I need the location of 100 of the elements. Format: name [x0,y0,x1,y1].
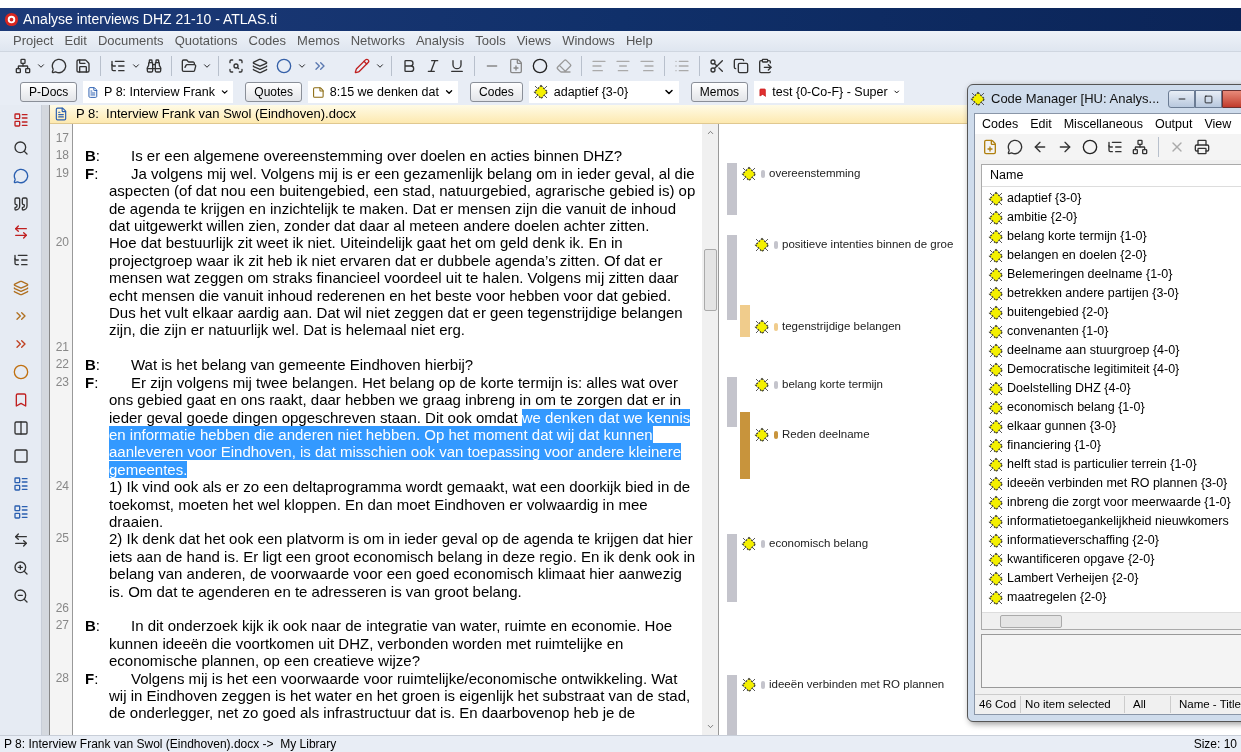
code-list-item[interactable]: financiering {1-0} [988,436,1241,455]
window-title: Analyse interviews DHZ 21-10 - ATLAS.ti [23,10,278,29]
menu-item[interactable]: Project [8,31,59,51]
code-list-item[interactable]: buitengebied {2-0} [988,303,1241,322]
status-field: All [1125,695,1171,714]
code-icon [988,361,1004,378]
line-number: 18 [54,147,70,165]
code-list-item[interactable]: informatieverschaffing {2-0} [988,531,1241,550]
scroll-down-icon[interactable] [705,722,715,731]
code-list-item[interactable]: maatregelen {2-0} [988,588,1241,607]
code-list-item[interactable]: ideeën verbinden met RO plannen {3-0} [988,474,1241,493]
menu-item[interactable]: Output [1149,114,1198,134]
menu-item[interactable]: Quotations [169,31,243,51]
code-icon [988,475,1004,492]
selector-button[interactable]: Quotes [245,82,303,102]
code-icon [754,426,770,443]
code-label[interactable]: ideeën verbinden met RO plannen [769,676,945,694]
code-list-item[interactable]: helft stad is particulier terrein {1-0} [988,455,1241,474]
code-list-item[interactable]: Democratische legitimiteit {4-0} [988,360,1241,379]
selector-button[interactable]: Codes [470,82,523,102]
maximize-button[interactable] [1195,90,1223,108]
code-icon [988,380,1004,397]
code-list-item[interactable]: Belemeringen deelname {1-0} [988,265,1241,284]
code-label[interactable]: Reden deelname [782,426,870,444]
menu-item[interactable]: Views [511,31,557,51]
speaker-label: B: [85,617,101,637]
code-icon [988,399,1004,416]
status-path: P 8: Interview Frank van Swol (Eindhoven).docx -> My Library [4,736,337,752]
code-icon [988,589,1004,606]
code-list-item[interactable]: Doelstelling DHZ {4-0} [988,379,1241,398]
menu-item[interactable]: Edit [1025,114,1057,134]
maximize-icon [1204,94,1214,104]
document-title: P 8: Interview Frank van Swol (Eindhoven).docx [76,105,357,124]
code-list-item[interactable]: betrekken andere partijen {3-0} [988,284,1241,303]
paragraph-text: 1) Ik vind ook als er zo een deltaprogramma wordt gemaakt, wat een doorkijk bied in de toekomst, moeten het wel kloppen. En dan moet Eindhoven er volwaardig in mee draaien. [109,478,692,531]
column-header[interactable]: Name [982,165,1241,187]
paragraph-text: 2) Ik denk dat het ook een platvorm is om in ieder geval op de agenda te krijgen dat hier iets aan de hand is. Er ligt een groot economisch belang in deze regio. En ik denk ook in belang van anderen, de voorwaarde voor een goed economisch klimaat hier aanwezig is. Om dat te agenderen en te adresseren is van groot belang. [109,530,697,600]
line-number: 28 [54,669,70,687]
code-icon [741,535,757,552]
code-list-item[interactable]: adaptief {3-0} [988,189,1241,208]
line-number: 24 [54,478,70,496]
document-icon [87,84,100,100]
line-number: 21 [54,338,70,356]
menu-item[interactable]: Tools [470,31,511,51]
selector-dropdown[interactable]: adaptief {3-0} [528,81,679,103]
paragraph-text: Is er een algemene overeenstemming over doelen en acties binnen DHZ? [130,147,624,165]
code-icon [988,551,1004,568]
code-list-item[interactable]: Lambert Verheijen {2-0} [988,569,1241,588]
menu-item[interactable]: Codes [977,114,1024,134]
code-list-item[interactable]: deelname aan stuurgroep {4-0} [988,341,1241,360]
code-label[interactable]: economisch belang [769,535,869,553]
menu-item[interactable]: Help [620,31,658,51]
menu-item[interactable]: View [1199,114,1237,134]
code-list-item[interactable]: economisch belang {1-0} [988,398,1241,417]
window-title: Code Manager [HU: Analys... [991,90,1160,109]
line-number: 20 [54,234,70,252]
code-label[interactable]: positieve intenties binnen de groe [782,236,954,254]
menu-item[interactable]: Miscellaneous [1058,114,1148,134]
code-list-item[interactable]: elkaar gunnen {3-0} [988,417,1241,436]
code-label[interactable]: overeenstemming [769,165,861,183]
document-icon [54,107,68,121]
code-label[interactable]: belang korte termijn [782,376,883,394]
code-icon [988,437,1004,454]
line-number: 25 [54,530,70,548]
selector-button[interactable]: P-Docs [20,82,78,102]
menu-item[interactable]: Memos [292,31,345,51]
menu-item[interactable]: Documents [92,31,169,51]
code-icon [754,236,770,253]
code-list-item[interactable]: informatietoegankelijkheid nieuwkomers [988,512,1241,531]
code-icon [988,570,1004,587]
code-list-item[interactable]: belang korte termijn {1-0} [988,227,1241,246]
menu-item[interactable]: Codes [243,31,292,51]
speaker-label: F: [85,373,100,393]
vertical-scrollbar[interactable] [702,124,718,735]
scroll-up-icon[interactable] [705,128,715,137]
code-list-item[interactable]: ambitie {2-0} [988,208,1241,227]
code-list-item[interactable]: kwantificeren opgave {2-0} [988,550,1241,569]
status-field: 46 Cod [975,695,1022,714]
code-list-item[interactable]: belangen en doelen {2-0} [988,246,1241,265]
menu-item[interactable]: Windows [557,31,620,51]
code-icon [988,247,1004,264]
code-list-item[interactable]: convenanten {1-0} [988,322,1241,341]
minimize-button[interactable] [1168,90,1196,108]
paragraph-text: Wat is het belang van gemeente Eindhoven hierbij? [130,356,475,374]
selector-dropdown[interactable]: P 8: Interview Frank [83,81,234,103]
paragraph-text: Ja volgens mij wel. Volgens mij is er een gezamenlijk belang om in ieder geval, al die aspecten (of dat nou een buitengebied, een stad, natuurgebied, agrarische gebied is) op de agenda te krijgen en inzichtelijk te maken. Dat er mensen zijn die vanuit de inhoud dat uitgewerkt willen zien, zonder dat daar al meteen andere doelen achter zitten. [109,164,697,235]
code-label[interactable]: tegenstrijdige belangen [782,318,901,336]
selector-button[interactable]: Memos [690,82,749,102]
selector-dropdown[interactable]: test {0-Co-F} - Super [754,81,905,103]
menu-item[interactable]: Networks [345,31,410,51]
menu-item[interactable]: Analysis [410,31,470,51]
code-icon [741,676,757,693]
comment-pane[interactable] [981,634,1241,688]
code-list-item[interactable]: inbreng die zorgt voor meerwaarde {1-0} [988,493,1241,512]
menu-item[interactable]: Edit [59,31,92,51]
horizontal-scrollbar[interactable] [982,612,1241,629]
scroll-thumb[interactable] [703,248,717,311]
selector-dropdown[interactable]: 8:15 we denken dat [308,81,459,103]
app-logo-icon [4,12,19,27]
status-field: No item selected [1021,695,1125,714]
